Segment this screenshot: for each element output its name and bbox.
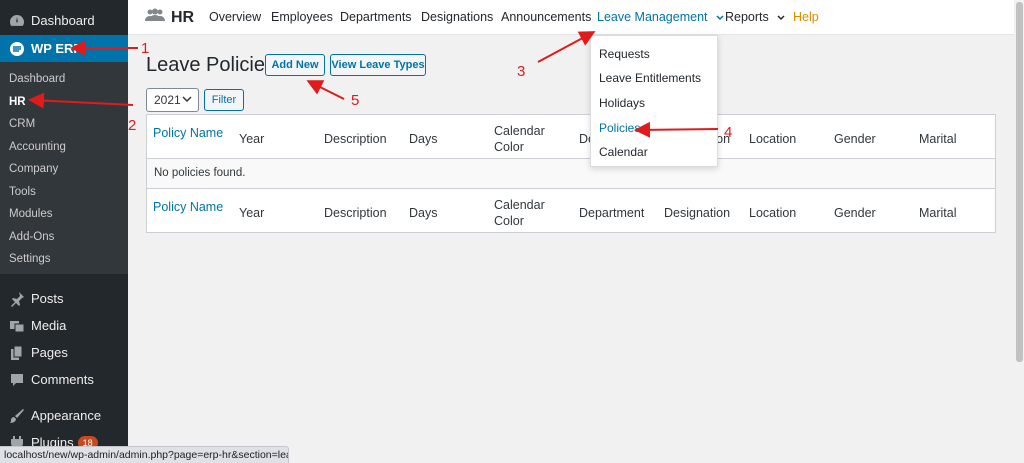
- chevron-down-icon: [777, 15, 785, 20]
- scrollbar-thumb[interactable]: [1016, 2, 1023, 362]
- policies-table-header: Policy Name Year Description Days Calend…: [146, 114, 996, 159]
- add-new-button[interactable]: Add New: [265, 54, 325, 76]
- sidebar-item-label: Pages: [31, 345, 68, 360]
- nav-leave-management[interactable]: Leave Management: [597, 10, 724, 24]
- annotation-number-1: 1: [141, 40, 150, 57]
- sidebar-item-comments[interactable]: Comments: [0, 366, 128, 393]
- submenu-item-settings[interactable]: Settings: [9, 251, 51, 267]
- sidebar-item-appearance[interactable]: Appearance: [0, 402, 128, 429]
- filter-button[interactable]: Filter: [204, 89, 244, 111]
- column-header-marital: Marital: [919, 132, 957, 146]
- nav-label: Leave Management: [597, 10, 708, 24]
- media-icon: [7, 316, 27, 336]
- submenu-item-crm[interactable]: CRM: [9, 116, 35, 132]
- nav-overview[interactable]: Overview: [209, 10, 261, 24]
- nav-reports[interactable]: Reports: [725, 10, 785, 24]
- submenu-item-dashboard[interactable]: Dashboard: [9, 71, 65, 87]
- annotation-number-3: 3: [517, 63, 526, 80]
- column-footer-calendar-color: Calendar Color: [494, 198, 545, 228]
- chevron-down-icon: [716, 15, 724, 20]
- year-value: 2021: [154, 93, 181, 107]
- annotation-arrow-3: [537, 31, 596, 63]
- column-header-gender: Gender: [834, 132, 876, 146]
- submenu-item-tools[interactable]: Tools: [9, 184, 36, 200]
- sidebar-item-media[interactable]: Media: [0, 312, 128, 339]
- table-row: No policies found.: [146, 159, 996, 188]
- page-scrollbar[interactable]: [1014, 0, 1024, 463]
- pin-icon: [7, 289, 27, 309]
- nav-help[interactable]: Help: [793, 10, 819, 24]
- leave-management-dropdown: Requests Leave Entitlements Holidays Pol…: [590, 35, 718, 167]
- column-footer-designation: Designation: [664, 206, 731, 220]
- submenu-item-accounting[interactable]: Accounting: [9, 139, 66, 155]
- empty-message: No policies found.: [154, 167, 246, 179]
- annotation-number-5: 5: [351, 92, 360, 109]
- column-footer-department: Department: [579, 206, 645, 220]
- sidebar-item-label: WP ERP: [31, 41, 83, 56]
- dashboard-icon: [7, 11, 27, 31]
- pages-icon: [7, 343, 27, 363]
- annotation-number-4: 4: [724, 124, 733, 141]
- dropdown-item-policies[interactable]: Policies: [599, 121, 640, 135]
- sidebar-item-dashboard[interactable]: Dashboard: [0, 7, 128, 34]
- column-footer-gender: Gender: [834, 206, 876, 220]
- column-footer-description: Description: [324, 206, 387, 220]
- column-footer-location: Location: [749, 206, 797, 220]
- sidebar-item-label: Comments: [31, 372, 94, 387]
- admin-sidebar: Dashboard WP ERP Dashboard HR CRM Accoun…: [0, 0, 128, 463]
- dropdown-item-leave-entitlements[interactable]: Leave Entitlements: [599, 71, 701, 85]
- sidebar-item-label: Appearance: [31, 408, 102, 423]
- sidebar-item-posts[interactable]: Posts: [0, 285, 128, 312]
- column-footer-days: Days: [409, 206, 438, 220]
- view-leave-types-button[interactable]: View Leave Types: [330, 54, 426, 76]
- page-title: Leave Policies: [146, 54, 275, 76]
- users-group-icon: [145, 8, 171, 27]
- column-header-location: Location: [749, 132, 797, 146]
- nav-employees[interactable]: Employees: [271, 10, 333, 24]
- policies-table-footer: Policy Name Year Description Days Calend…: [146, 188, 996, 233]
- sidebar-item-wp-erp[interactable]: WP ERP: [0, 35, 128, 62]
- nav-label: Reports: [725, 10, 769, 24]
- hr-brand: HR: [145, 8, 194, 27]
- dropdown-item-calendar[interactable]: Calendar: [599, 145, 648, 159]
- brand-title: HR: [171, 8, 195, 26]
- hr-top-nav: HR Overview Employees Departments Design…: [128, 0, 1024, 35]
- column-header-year: Year: [239, 132, 265, 146]
- comment-icon: [7, 370, 27, 390]
- column-header-description: Description: [324, 132, 387, 146]
- chevron-down-icon: [182, 96, 192, 103]
- sidebar-item-label: Media: [31, 318, 67, 333]
- sidebar-item-label: Dashboard: [31, 13, 95, 28]
- submenu-item-modules[interactable]: Modules: [9, 206, 52, 222]
- column-footer-marital: Marital: [919, 206, 957, 220]
- nav-designations[interactable]: Designations: [421, 10, 493, 24]
- column-footer-policy-name[interactable]: Policy Name: [153, 199, 223, 215]
- column-header-days: Days: [409, 132, 438, 146]
- nav-announcements[interactable]: Announcements: [501, 10, 591, 24]
- sidebar-item-pages[interactable]: Pages: [0, 339, 128, 366]
- submenu-item-add-ons[interactable]: Add-Ons: [9, 229, 54, 245]
- wp-erp-submenu: Dashboard HR CRM Accounting Company Tool…: [0, 62, 128, 274]
- dropdown-item-requests[interactable]: Requests: [599, 47, 650, 61]
- annotation-number-2: 2: [128, 117, 137, 134]
- column-header-calendar-color: Calendar Color: [494, 124, 545, 154]
- paintbrush-icon: [7, 406, 27, 426]
- year-select[interactable]: 2021: [146, 88, 199, 112]
- dropdown-item-holidays[interactable]: Holidays: [599, 96, 645, 110]
- sidebar-item-label: Posts: [31, 291, 64, 306]
- submenu-item-hr[interactable]: HR: [9, 94, 26, 110]
- annotation-arrow-5: [306, 80, 345, 100]
- nav-departments[interactable]: Departments: [340, 10, 412, 24]
- column-footer-year: Year: [239, 206, 265, 220]
- wp-erp-icon: [7, 39, 27, 59]
- submenu-item-company[interactable]: Company: [9, 161, 58, 177]
- browser-status-url: localhost/new/wp-admin/admin.php?page=er…: [0, 446, 289, 463]
- column-header-policy-name[interactable]: Policy Name: [153, 125, 223, 141]
